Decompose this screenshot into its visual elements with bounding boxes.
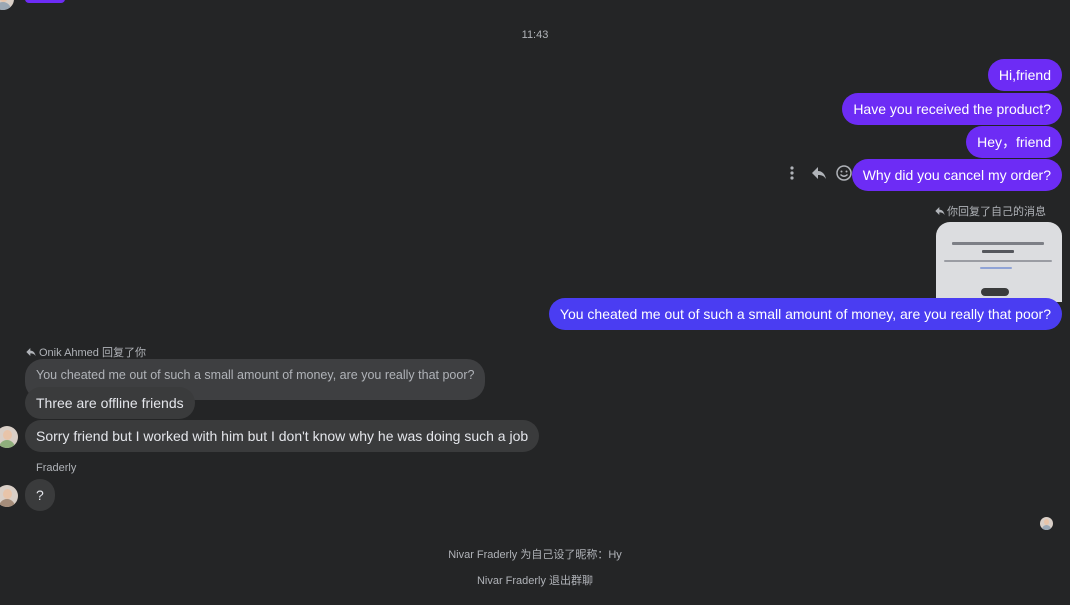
- outgoing-message[interactable]: Hi,friend: [987, 59, 1062, 91]
- seen-avatar: [1040, 517, 1053, 530]
- reply-icon[interactable]: [810, 164, 828, 182]
- more-vertical-icon[interactable]: [787, 163, 797, 183]
- top-avatar[interactable]: [0, 0, 14, 10]
- outgoing-message[interactable]: Hey，friend: [966, 126, 1062, 158]
- chat-timestamp: 11:43: [521, 29, 549, 41]
- system-notice: Nivar Fraderly 退出群聊: [476, 575, 594, 587]
- system-notice: Nivar Fraderly 为自己设了昵称：Hy: [448, 549, 622, 561]
- top-partial-bubble: [25, 0, 65, 3]
- sender-avatar[interactable]: [0, 426, 18, 448]
- self-reply-label: 你回复了自己的消息: [934, 203, 1046, 220]
- incoming-message[interactable]: ?: [25, 479, 55, 511]
- smiley-icon[interactable]: [835, 164, 853, 182]
- outgoing-message[interactable]: You cheated me out of such a small amoun…: [548, 298, 1062, 330]
- outgoing-message[interactable]: Why did you cancel my order?: [851, 159, 1062, 191]
- quoted-image-preview[interactable]: [936, 222, 1062, 302]
- incoming-message[interactable]: Three are offline friends: [25, 387, 195, 419]
- incoming-message[interactable]: Sorry friend but I worked with him but I…: [25, 420, 540, 452]
- sender-name: Fraderly: [36, 462, 77, 474]
- reply-small-icon: [934, 205, 947, 220]
- outgoing-message[interactable]: Have you received the product?: [842, 93, 1062, 125]
- sender-avatar[interactable]: [0, 485, 18, 507]
